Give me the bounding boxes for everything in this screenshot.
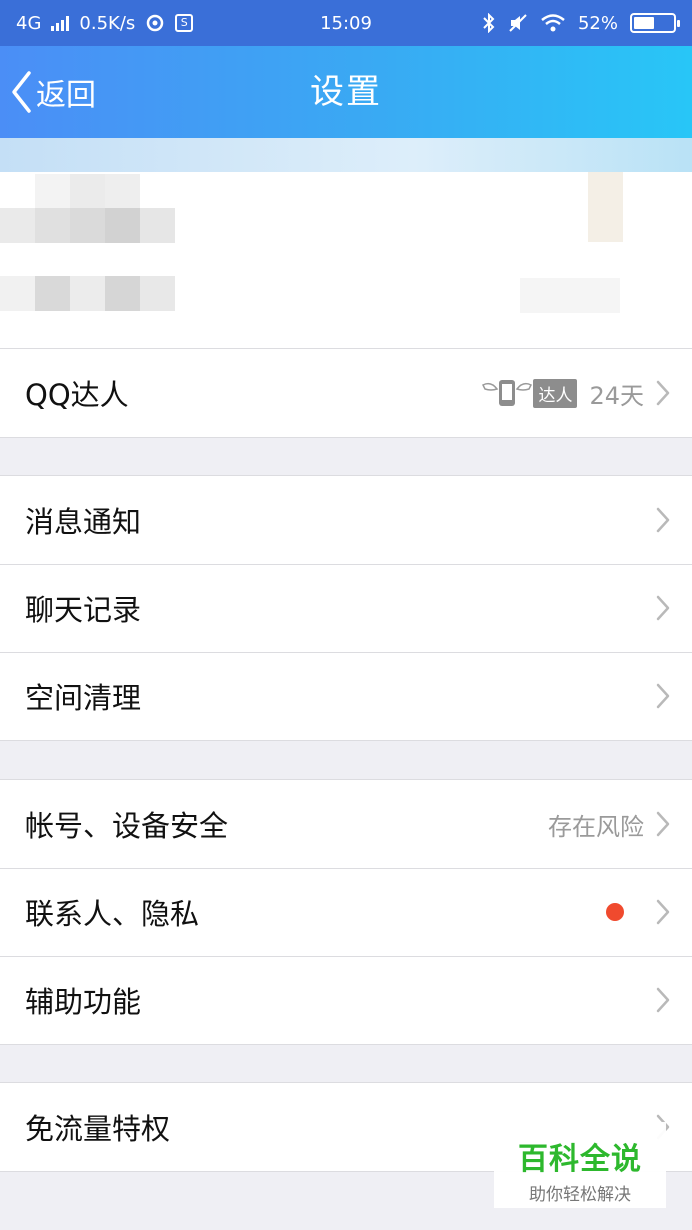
profile-banner bbox=[0, 138, 692, 172]
mute-icon bbox=[509, 14, 527, 32]
risk-status: 存在风险 bbox=[548, 812, 644, 841]
watermark-main: 百科全说 bbox=[518, 1142, 642, 1177]
avatar-pixel bbox=[70, 174, 105, 209]
row-value: 24天 bbox=[589, 381, 644, 410]
row-qq-daren[interactable]: QQ达人 达人 24天 bbox=[0, 349, 692, 437]
app-notification-icon: S bbox=[175, 14, 194, 32]
avatar-pixel bbox=[35, 174, 70, 209]
bluetooth-icon bbox=[483, 13, 495, 33]
page-title: 设置 bbox=[310, 72, 382, 112]
wifi-icon bbox=[541, 14, 565, 32]
avatar-pixel bbox=[105, 208, 140, 243]
row-label: 消息通知 bbox=[25, 505, 142, 539]
avatar-pixel bbox=[588, 172, 623, 242]
daren-badge: 达人 bbox=[481, 377, 578, 409]
settings-group-2: 消息通知 聊天记录 空间清理 bbox=[0, 475, 692, 741]
avatar-pixel bbox=[35, 208, 70, 243]
row-storage-cleanup[interactable]: 空间清理 bbox=[0, 652, 692, 740]
avatar-pixel bbox=[140, 276, 175, 311]
clock: 15:09 bbox=[320, 12, 372, 34]
watermark: 百科全说 助你轻松解决 bbox=[494, 1122, 666, 1208]
chevron-right-icon bbox=[656, 811, 670, 837]
chevron-right-icon bbox=[656, 380, 670, 406]
winged-phone-icon bbox=[482, 380, 533, 406]
watermark-sub: 助你轻松解决 bbox=[529, 1185, 631, 1205]
chevron-right-icon bbox=[656, 595, 670, 621]
avatar-pixel bbox=[105, 276, 140, 311]
daren-tag: 达人 bbox=[533, 378, 578, 408]
row-label: 空间清理 bbox=[25, 681, 142, 715]
avatar-pixel bbox=[0, 208, 35, 243]
chevron-right-icon bbox=[656, 507, 670, 533]
hotspot-icon bbox=[147, 14, 164, 32]
avatar-pixel bbox=[70, 276, 105, 311]
row-contacts-privacy[interactable]: 联系人、隐私 bbox=[0, 868, 692, 956]
battery-icon bbox=[630, 13, 680, 33]
row-label: 联系人、隐私 bbox=[25, 897, 200, 931]
chevron-right-icon bbox=[656, 987, 670, 1013]
avatar-pixel bbox=[0, 276, 35, 311]
row-label: 免流量特权 bbox=[25, 1112, 171, 1146]
avatar-pixel bbox=[70, 208, 105, 243]
network-type: 4G bbox=[16, 12, 42, 34]
nav-bar: 返回 设置 bbox=[0, 46, 692, 138]
signal-icon bbox=[51, 15, 70, 31]
notification-dot bbox=[606, 903, 624, 921]
chevron-right-icon bbox=[656, 683, 670, 709]
row-label: 聊天记录 bbox=[25, 593, 142, 627]
row-account-security[interactable]: 帐号、设备安全 存在风险 bbox=[0, 780, 692, 868]
row-accessibility[interactable]: 辅助功能 bbox=[0, 956, 692, 1044]
avatar-pixel bbox=[140, 208, 175, 243]
row-label: QQ达人 bbox=[25, 378, 129, 412]
network-speed: 0.5K/s bbox=[79, 12, 136, 34]
row-message-notification[interactable]: 消息通知 bbox=[0, 476, 692, 564]
status-bar: 4G 0.5K/s S 15:09 52% bbox=[0, 0, 692, 46]
avatar-pixel bbox=[105, 174, 140, 209]
settings-group-1: QQ达人 达人 24天 bbox=[0, 348, 692, 438]
avatar-pixel bbox=[520, 278, 620, 313]
battery-fill bbox=[634, 17, 654, 29]
row-label: 辅助功能 bbox=[25, 985, 142, 1019]
row-chat-history[interactable]: 聊天记录 bbox=[0, 564, 692, 652]
chevron-right-icon bbox=[656, 899, 670, 925]
row-label: 帐号、设备安全 bbox=[25, 809, 229, 843]
settings-group-3: 帐号、设备安全 存在风险 联系人、隐私 辅助功能 bbox=[0, 779, 692, 1045]
avatar-pixel bbox=[35, 276, 70, 311]
battery-percent: 52% bbox=[577, 12, 618, 34]
profile-card[interactable] bbox=[0, 138, 692, 348]
